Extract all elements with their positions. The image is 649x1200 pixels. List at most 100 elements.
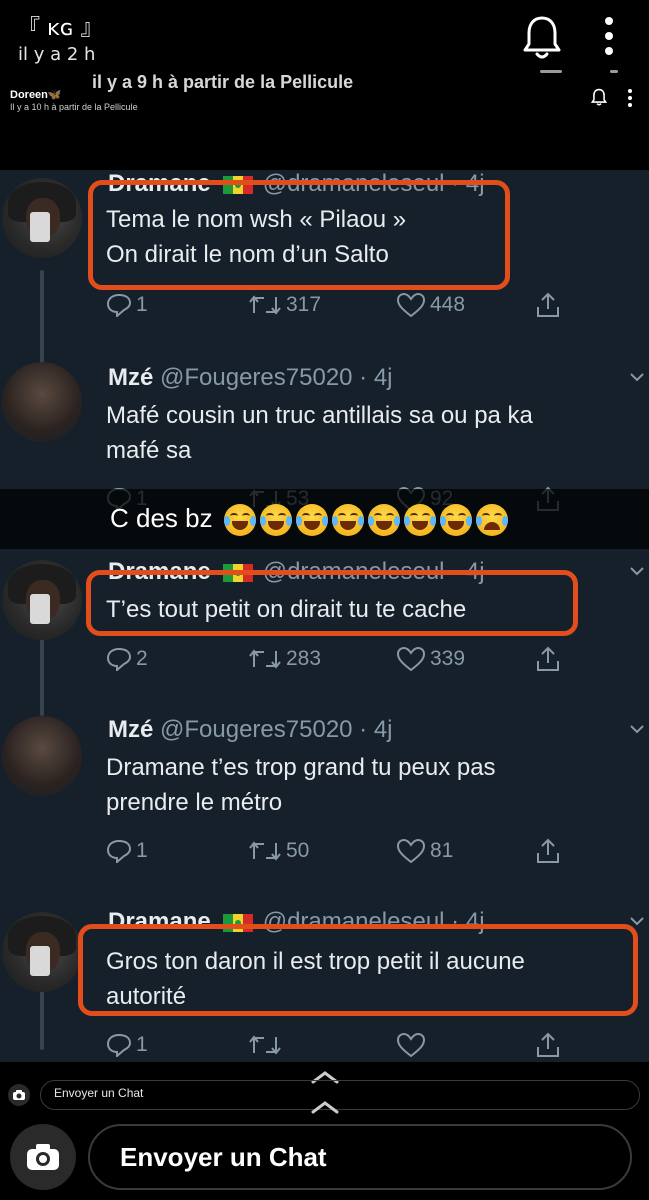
reply-button[interactable]: 1 [106,1028,148,1062]
reply-count: 1 [136,1033,148,1056]
like-button[interactable]: 448 [396,288,465,322]
reply-button[interactable]: 2 [106,642,148,676]
heart-icon [396,838,426,864]
red-highlight-outline [88,180,510,290]
retweet-icon [249,841,281,861]
snap-caption-bar: C des bz [0,489,649,549]
laughing-tears-emoji [295,504,328,537]
tweet-actions: 2 283 339 [106,642,576,676]
tweet-thread-screenshot: Dramane @dramaneleseul · 4j Tema le nom w… [0,170,649,1062]
tweet-text-line: Mafé cousin un truc antillais sa ou pa k… [106,402,533,429]
retweet-icon [249,1035,281,1055]
retweet-icon [249,649,281,669]
share-button[interactable] [534,642,566,676]
share-icon [537,838,559,863]
retweet-count: 50 [286,839,310,862]
reply-count: 2 [136,647,148,670]
snap-caption-text: C des bz [110,503,213,533]
laughing-tears-emoji [259,504,292,537]
laughing-tears-emoji [367,504,400,537]
chevron-down-icon[interactable] [630,916,644,926]
share-button[interactable] [534,1028,566,1062]
chevron-down-icon[interactable] [630,372,644,382]
reply-count: 1 [136,839,148,862]
thread-line [40,990,44,1050]
nested-snap-caption: il y a 9 h à partir de la Pellicule [92,72,354,92]
author-handle[interactable]: @Fougeres75020 · 4j [160,364,393,391]
chat-footer: Envoyer un Chat Envoyer un Chat [0,1062,649,1200]
nested-timestamp: Il y a 10 h à partir de la Pellicule [10,102,138,112]
avatar[interactable] [2,560,82,640]
camera-button[interactable] [10,1124,76,1190]
laughing-tears-emoji [439,504,472,537]
vertical-dots-icon[interactable] [602,16,616,56]
snap-caption: C des bz [110,503,508,537]
heart-icon [396,292,426,318]
like-button[interactable]: 339 [396,642,465,676]
nested-chat-placeholder: Envoyer un Chat [54,1086,144,1100]
reply-button[interactable]: 1 [106,834,148,868]
avatar[interactable] [2,912,82,992]
red-highlight-outline [78,924,638,1016]
retweet-button[interactable] [248,1028,286,1062]
laughing-tears-emoji [403,504,436,537]
bell-icon[interactable] [520,14,564,60]
nested-sender-name: Doreen🦋 [10,89,62,101]
tweet-actions: 1 317 448 [106,288,576,322]
tweet-text-line: prendre le métro [106,789,283,816]
share-button[interactable] [534,288,566,322]
chevron-down-icon[interactable] [630,724,644,734]
reply-icon [106,647,132,671]
reply-icon [106,839,132,863]
retweet-icon [249,295,281,315]
retweet-button[interactable]: 317 [248,288,321,322]
chat-input-placeholder: Envoyer un Chat [120,1142,327,1172]
avatar[interactable] [2,716,82,796]
like-button[interactable]: 81 [396,834,453,868]
tweet-text: Dramane t’es trop grand tu peux pas pren… [106,750,496,820]
tweet-header: Mzé @Fougeres75020 · 4j [108,364,393,392]
share-button[interactable] [534,834,566,868]
nested-snap-divider [540,70,562,73]
laughing-tears-emoji [331,504,364,537]
chevron-up-icon[interactable] [310,1100,340,1114]
sender-name[interactable]: 『 ĸɢ 』 [18,10,103,42]
avatar[interactable] [2,362,82,442]
nested-bell-icon [590,88,608,106]
nested-dots-icon [628,89,632,107]
author-handle[interactable]: @Fougeres75020 · 4j [160,716,393,743]
like-count: 339 [430,647,466,670]
author-name[interactable]: Mzé [108,716,153,743]
snap-header: 『 ĸɢ 』 il y a 2 h il y a 9 h à partir de… [0,0,649,170]
nested-camera-button [8,1084,30,1106]
chevron-down-icon[interactable] [630,566,644,576]
reply-icon [106,1033,132,1057]
camera-icon [27,1144,59,1170]
tweet-header: Mzé @Fougeres75020 · 4j [108,716,393,744]
red-highlight-outline [86,570,578,636]
laughing-tears-emoji [223,504,256,537]
tweet-actions: 1 50 81 [106,834,576,868]
snap-timestamp: il y a 2 h [18,44,96,65]
retweet-button[interactable]: 50 [248,834,309,868]
tweet-text-line: Dramane t’es trop grand tu peux pas [106,754,496,781]
heart-icon [396,646,426,672]
nested-snap-divider [610,70,618,73]
reply-icon [106,293,132,317]
heart-icon [396,1032,426,1058]
tweet-text: Mafé cousin un truc antillais sa ou pa k… [106,398,533,468]
reply-count: 1 [136,293,148,316]
tweet-actions: 1 [106,1028,576,1062]
camera-icon [13,1090,25,1100]
retweet-count: 283 [286,647,322,670]
share-icon [537,1032,559,1057]
share-icon [537,292,559,317]
like-button[interactable] [396,1028,430,1062]
avatar[interactable] [2,178,82,258]
author-name[interactable]: Mzé [108,364,153,391]
reply-button[interactable]: 1 [106,288,148,322]
sobbing-emoji [475,504,508,537]
retweet-button[interactable]: 283 [248,642,321,676]
like-count: 448 [430,293,466,316]
retweet-count: 317 [286,293,322,316]
